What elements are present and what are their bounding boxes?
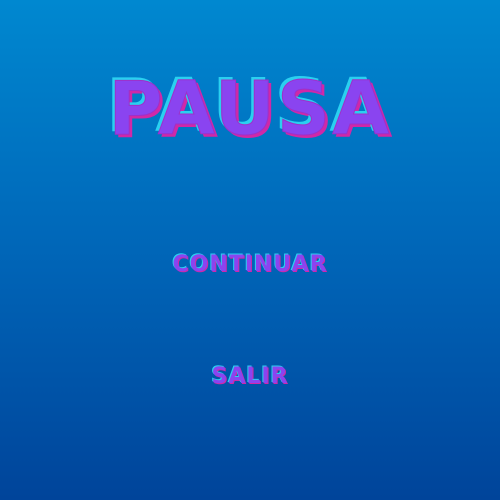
pause-screen: PAUSA CONTINUAR SALIR	[0, 0, 500, 500]
exit-button[interactable]: SALIR	[0, 366, 500, 388]
continue-button[interactable]: CONTINUAR	[0, 254, 500, 276]
pause-title: PAUSA	[108, 66, 392, 152]
